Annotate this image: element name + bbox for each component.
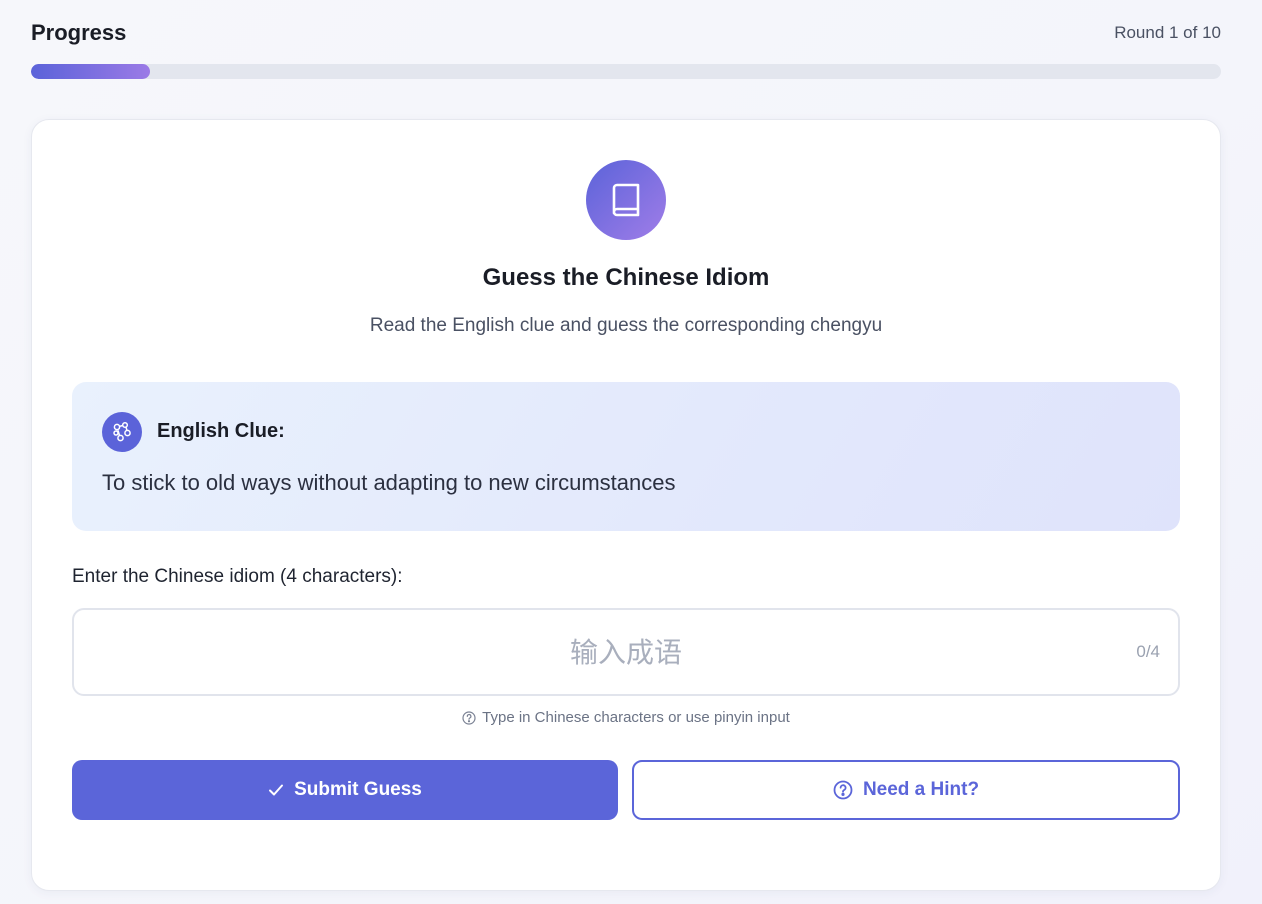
- submit-guess-button[interactable]: Submit Guess: [72, 760, 618, 820]
- game-card: Guess the Chinese Idiom Read the English…: [31, 119, 1221, 891]
- input-helper: Type in Chinese characters or use pinyin…: [32, 709, 1220, 726]
- clue-box: English Clue: To stick to old ways witho…: [72, 382, 1180, 531]
- clue-label: English Clue:: [157, 420, 285, 442]
- card-subtitle: Read the English clue and guess the corr…: [369, 315, 883, 336]
- question-circle-icon: [462, 710, 476, 725]
- progress-title: Progress: [31, 20, 127, 45]
- idiom-input-container: 0/4: [72, 608, 1180, 696]
- need-hint-button[interactable]: Need a Hint?: [632, 760, 1180, 820]
- idiom-input[interactable]: [74, 610, 1178, 694]
- character-count: 0/4: [1136, 642, 1160, 661]
- check-icon: [268, 783, 284, 797]
- card-title: Guess the Chinese Idiom: [482, 264, 770, 291]
- submit-guess-label: Submit Guess: [294, 779, 422, 800]
- clue-text: To stick to old ways without adapting to…: [102, 470, 676, 495]
- need-hint-label: Need a Hint?: [862, 779, 980, 800]
- progress-bar-fill: [31, 64, 150, 79]
- progress-header: Progress Round 1 of 10: [31, 18, 1221, 48]
- helper-text: Type in Chinese characters or use pinyin…: [482, 709, 790, 726]
- idiom-input-label: Enter the Chinese idiom (4 characters):: [72, 566, 403, 587]
- molecule-icon: [102, 412, 142, 452]
- book-icon: [586, 160, 666, 240]
- progress-bar: [31, 64, 1221, 79]
- round-indicator: Round 1 of 10: [1114, 23, 1221, 42]
- question-circle-icon: [833, 780, 853, 800]
